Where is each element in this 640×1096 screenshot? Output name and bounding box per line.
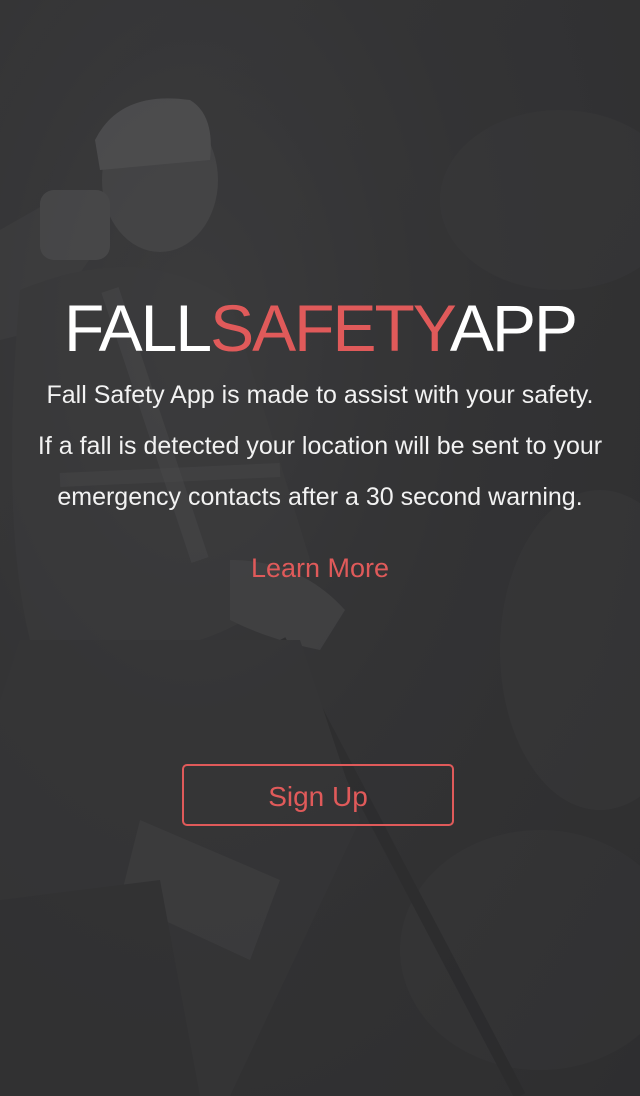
sign-up-button[interactable]: Sign Up: [182, 764, 454, 826]
app-title-part-app: APP: [449, 291, 578, 365]
app-title: FALLSAFETYAPP: [0, 290, 640, 366]
app-title-part-fall: FALL: [63, 291, 212, 365]
learn-more-link[interactable]: Learn More: [0, 548, 640, 588]
description-line-3: emergency contacts after a 30 second war…: [57, 483, 583, 511]
app-description: Fall Safety App is made to assist with y…: [10, 370, 630, 523]
welcome-screen: FALLSAFETYAPP Fall Safety App is made to…: [0, 0, 640, 1096]
app-title-part-safety: SAFETY: [210, 291, 452, 365]
description-line-2: If a fall is detected your location will…: [37, 432, 603, 460]
description-line-1: Fall Safety App is made to assist with y…: [46, 381, 594, 409]
content: FALLSAFETYAPP Fall Safety App is made to…: [0, 0, 640, 1096]
